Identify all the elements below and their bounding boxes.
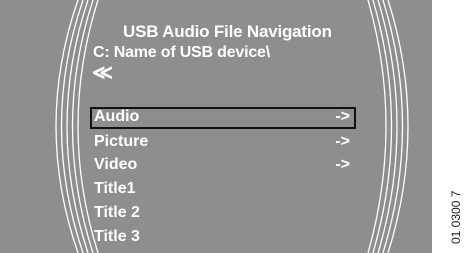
arrow-right-icon: -> xyxy=(335,156,350,173)
figure-code: 01 0300 7 xyxy=(449,190,463,244)
menu-item-label: Video xyxy=(94,156,138,173)
menu-item-label: Audio xyxy=(94,108,140,125)
arrow-right-icon: -> xyxy=(335,108,350,125)
menu-item-label: Title1 xyxy=(94,180,136,197)
arrow-right-icon: -> xyxy=(335,133,350,150)
device-path: C: Name of USB device\ xyxy=(93,44,270,61)
menu-item-title2[interactable]: Title 2 xyxy=(90,203,356,225)
menu-item-title1[interactable]: Title1 xyxy=(90,179,356,201)
menu-item-label: Picture xyxy=(94,133,149,150)
menu-item-label: Title 2 xyxy=(94,204,140,221)
back-button[interactable]: ≪ xyxy=(92,63,113,83)
menu-item-title3[interactable]: Title 3 xyxy=(90,227,356,249)
menu-item-label: Title 3 xyxy=(94,228,140,245)
menu-item-picture[interactable]: Picture -> xyxy=(90,132,356,154)
menu-item-video[interactable]: Video -> xyxy=(90,155,356,177)
screen-title: USB Audio File Navigation xyxy=(123,22,332,41)
display-screen: USB Audio File Navigation C: Name of USB… xyxy=(0,0,471,253)
menu-item-audio[interactable]: Audio -> xyxy=(90,107,356,129)
